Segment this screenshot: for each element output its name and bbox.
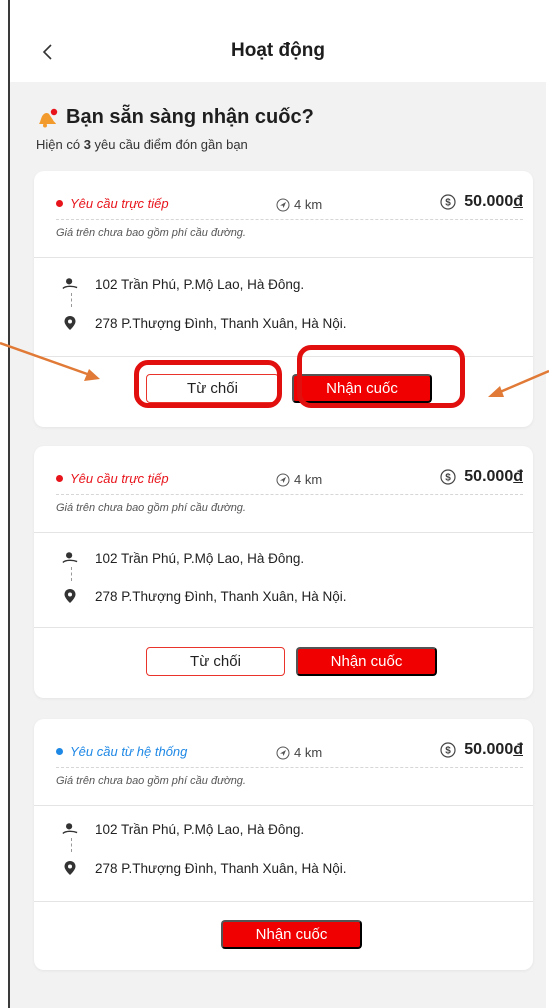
money-icon: $ [440, 469, 456, 485]
direct-request-dot-icon [56, 475, 63, 482]
intro-section: Bạn sẵn sàng nhận cuốc? Hiện có 3 yêu cầ… [36, 106, 314, 152]
dropoff-address: 278 P.Thượng Đình, Thanh Xuân, Hà Nội. [62, 860, 347, 876]
ride-request-card: Yêu cầu trực tiếp 4 km $ 50.000 đ Giá trê… [34, 446, 533, 698]
highlight-box-accept [297, 345, 465, 408]
request-type: Yêu cầu trực tiếp [56, 196, 169, 211]
toll-note: Giá trên chưa bao gồm phí cầu đường. [56, 775, 246, 787]
accept-ride-button[interactable]: Nhận cuốc [296, 647, 437, 676]
price: $ 50.000 đ [440, 741, 523, 759]
route-start-icon [62, 823, 78, 835]
location-pin-icon [64, 861, 76, 875]
system-request-dot-icon [56, 748, 63, 755]
compass-icon [276, 198, 290, 211]
direct-request-dot-icon [56, 200, 63, 207]
svg-text:$: $ [446, 746, 452, 757]
intro-subtitle: Hiện có 3 yêu cầu điểm đón gần bạn [36, 137, 248, 152]
dropoff-address: 278 P.Thượng Đình, Thanh Xuân, Hà Nội. [62, 315, 347, 331]
location-pin-icon [64, 316, 76, 330]
distance: 4 km [276, 472, 322, 487]
route-start-icon [62, 552, 78, 564]
request-type: Yêu cầu từ hệ thống [56, 744, 187, 759]
app-header: Hoạt động [10, 0, 546, 82]
svg-text:$: $ [446, 198, 452, 209]
pickup-address: 102 Trần Phú, P.Mộ Lao, Hà Đông. [62, 276, 304, 292]
page-title: Hoạt động [231, 40, 325, 61]
phone-screen: Hoạt động Bạn sẵn sàng nhận cuốc? Hiện c… [10, 0, 546, 1008]
compass-icon [276, 473, 290, 486]
price: $ 50.000 đ [440, 468, 523, 486]
bell-notification-icon [39, 108, 58, 127]
svg-text:$: $ [446, 473, 452, 484]
accept-ride-button[interactable]: Nhận cuốc [221, 920, 362, 949]
money-icon: $ [440, 742, 456, 758]
toll-note: Giá trên chưa bao gồm phí cầu đường. [56, 227, 246, 239]
request-count: 3 [83, 137, 91, 152]
price: $ 50.000 đ [440, 193, 523, 211]
toll-note: Giá trên chưa bao gồm phí cầu đường. [56, 502, 246, 514]
money-icon: $ [440, 194, 456, 210]
highlight-box-reject [134, 360, 282, 408]
reject-button[interactable]: Từ chối [146, 647, 285, 676]
dropoff-address: 278 P.Thượng Đình, Thanh Xuân, Hà Nội. [62, 588, 347, 604]
intro-title: Bạn sẵn sàng nhận cuốc? [66, 106, 314, 128]
ride-request-card: Yêu cầu từ hệ thống 4 km $ 50.000 đ Giá t… [34, 719, 533, 970]
route-start-icon [62, 278, 78, 290]
distance: 4 km [276, 745, 322, 760]
request-type: Yêu cầu trực tiếp [56, 471, 169, 486]
compass-icon [276, 746, 290, 759]
location-pin-icon [64, 589, 76, 603]
pickup-address: 102 Trần Phú, P.Mộ Lao, Hà Đông. [62, 550, 304, 566]
distance: 4 km [276, 197, 322, 212]
pickup-address: 102 Trần Phú, P.Mộ Lao, Hà Đông. [62, 821, 304, 837]
